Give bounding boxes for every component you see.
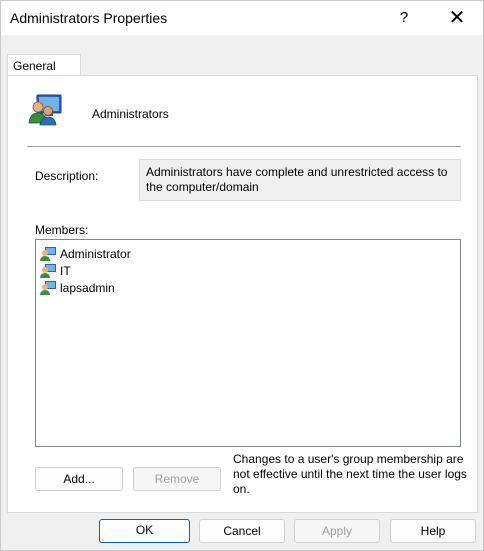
group-icon [28, 94, 62, 126]
user-icon [40, 264, 56, 278]
apply-button[interactable]: Apply [294, 519, 380, 543]
divider [27, 146, 461, 147]
cancel-button[interactable]: Cancel [199, 519, 285, 543]
members-label: Members: [35, 223, 89, 237]
user-icon [40, 281, 56, 295]
ok-button[interactable]: OK [99, 519, 190, 543]
member-name: lapsadmin [60, 281, 115, 295]
membership-note: Changes to a user's group membership are… [233, 452, 467, 496]
group-name: Administrators [92, 107, 169, 121]
list-item[interactable]: lapsadmin [39, 280, 115, 296]
add-button[interactable]: Add... [35, 467, 123, 491]
window-title: Administrators Properties [10, 10, 168, 26]
members-list[interactable]: Administrator IT lapsadmin [35, 239, 461, 447]
user-icon [40, 247, 56, 261]
description-label: Description: [35, 169, 99, 183]
list-item[interactable]: Administrator [39, 246, 131, 262]
help-button[interactable]: Help [390, 519, 476, 543]
remove-button[interactable]: Remove [133, 467, 221, 491]
tab-general[interactable]: General [7, 54, 81, 76]
help-titlebar-button[interactable]: ? [389, 5, 419, 31]
member-name: IT [60, 264, 71, 278]
properties-dialog: Administrators Properties ? ✕ General Ad… [0, 0, 484, 551]
close-button[interactable]: ✕ [441, 5, 473, 31]
list-item[interactable]: IT [39, 263, 71, 279]
title-bar: Administrators Properties ? ✕ [1, 1, 483, 35]
description-field[interactable]: Administrators have complete and unrestr… [139, 159, 461, 201]
member-name: Administrator [60, 247, 131, 261]
